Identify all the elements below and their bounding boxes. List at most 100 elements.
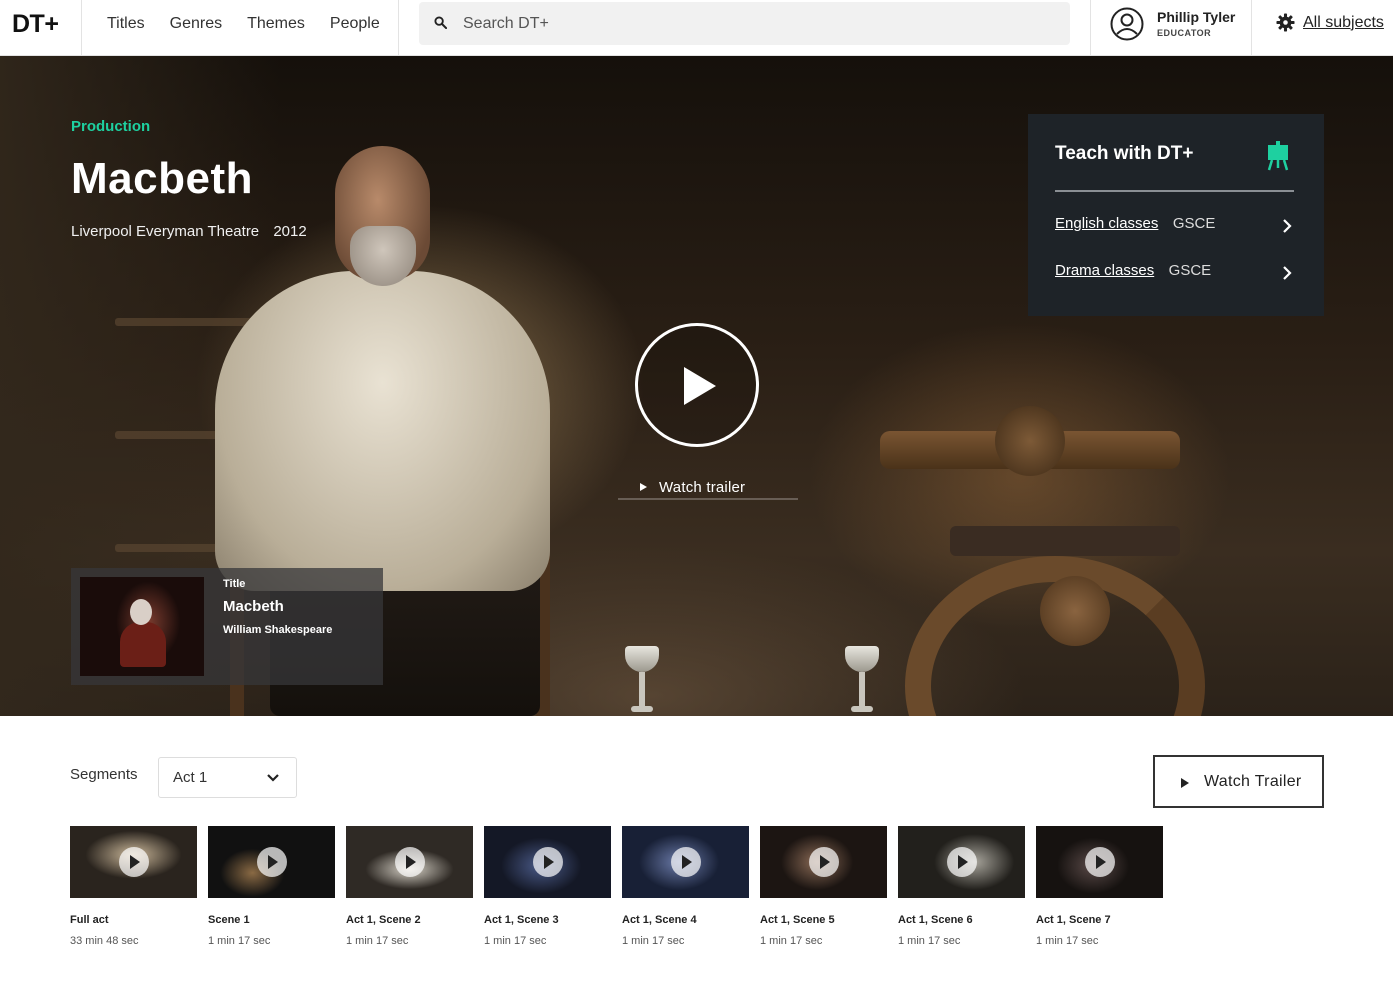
teach-row-drama[interactable]: Drama classes GSCE [1055,262,1294,284]
search-icon [434,16,447,29]
divider [398,0,399,56]
teach-heading: Teach with DT+ [1055,143,1194,164]
easel-icon [1267,141,1289,171]
segment-select-value: Act 1 [173,769,208,786]
watch-trailer-button[interactable]: Watch Trailer [1153,755,1324,808]
segment-duration: 1 min 17 sec [622,935,685,947]
divider [81,0,82,56]
segment-card[interactable]: Act 1, Scene 5 1 min 17 sec [760,826,887,947]
user-name: Phillip Tyler [1157,9,1236,25]
nav-link-people[interactable]: People [330,14,380,34]
segment-card[interactable]: Act 1, Scene 6 1 min 17 sec [898,826,1025,947]
title-thumbnail [80,577,204,676]
segment-thumbnail[interactable] [208,826,335,898]
segment-card[interactable]: Act 1, Scene 2 1 min 17 sec [346,826,473,947]
watch-trailer-button-label: Watch Trailer [1204,773,1302,790]
logo[interactable]: DT+ [12,10,59,39]
segment-name: Act 1, Scene 4 [622,914,697,926]
segment-thumbnail[interactable] [70,826,197,898]
venue: Liverpool Everyman Theatre [71,223,260,240]
goblet [845,646,879,716]
top-nav: DT+ Titles Genres Themes People Phillip … [0,0,1393,56]
primary-nav: Titles Genres Themes People [107,14,405,34]
segment-card[interactable]: Act 1, Scene 4 1 min 17 sec [622,826,749,947]
nav-link-genres[interactable]: Genres [170,14,222,34]
divider [1090,0,1091,56]
title-card[interactable]: Title Macbeth William Shakespeare [71,568,383,685]
play-icon [684,367,716,405]
segment-duration: 1 min 17 sec [346,935,409,947]
segment-name: Act 1, Scene 2 [346,914,421,926]
english-classes-link[interactable]: English classes [1055,215,1158,232]
actor-figure [215,271,550,591]
segment-duration: 1 min 17 sec [1036,935,1099,947]
play-icon [809,847,839,877]
teach-panel: Teach with DT+ English classes GSCE Dram… [1028,114,1324,316]
segment-thumbnail[interactable] [898,826,1025,898]
segment-card[interactable]: Act 1, Scene 3 1 min 17 sec [484,826,611,947]
production-meta: Liverpool Everyman Theatre 2012 [71,223,307,240]
watch-trailer-link[interactable]: Watch trailer [618,476,798,500]
segment-card[interactable]: Scene 1 1 min 17 sec [208,826,335,947]
stage-chair-right [950,526,1180,556]
play-icon [1085,847,1115,877]
content-type-label: Production [71,118,151,135]
divider [1251,0,1252,56]
segment-card[interactable]: Full act 33 min 48 sec [70,826,197,947]
segment-thumbnail[interactable] [346,826,473,898]
stage-chair-right [1040,576,1110,646]
level-label: GSCE [1168,262,1212,279]
segment-duration: 33 min 48 sec [70,935,139,947]
teach-row-english[interactable]: English classes GSCE [1055,215,1294,237]
all-subjects: All subjects [1276,13,1384,32]
title-card-name: Macbeth [223,598,284,615]
segment-name: Act 1, Scene 5 [760,914,835,926]
play-button[interactable] [635,323,759,447]
chevron-right-icon[interactable] [1282,219,1292,233]
nav-link-themes[interactable]: Themes [247,14,305,34]
play-icon [640,483,647,491]
nav-link-titles[interactable]: Titles [107,14,145,34]
search-bar [419,2,1070,45]
play-icon [1181,778,1189,788]
year: 2012 [273,223,307,240]
all-subjects-link[interactable]: All subjects [1303,14,1384,32]
segment-name: Act 1, Scene 7 [1036,914,1111,926]
divider [1055,190,1294,192]
chevron-down-icon [267,774,279,782]
level-label: GSCE [1172,215,1216,232]
title-card-author: William Shakespeare [223,624,333,636]
search-input[interactable] [463,2,1053,45]
user-avatar-icon [1110,7,1144,41]
segment-duration: 1 min 17 sec [760,935,823,947]
page-title: Macbeth [71,154,253,203]
title-card-label: Title [223,578,246,590]
goblet [625,646,659,716]
stage-chair-right [995,406,1065,476]
segment-duration: 1 min 17 sec [898,935,961,947]
segment-thumbnail[interactable] [1036,826,1163,898]
segment-thumbnail[interactable] [622,826,749,898]
segment-name: Act 1, Scene 6 [898,914,973,926]
play-icon [947,847,977,877]
segment-thumbnail[interactable] [760,826,887,898]
segment-list: Full act 33 min 48 sec Scene 1 1 min 17 … [70,826,1174,947]
segment-name: Act 1, Scene 3 [484,914,559,926]
drama-classes-link[interactable]: Drama classes [1055,262,1154,279]
play-icon [257,847,287,877]
gear-icon[interactable] [1276,13,1295,32]
segments-label: Segments [70,766,138,783]
segment-duration: 1 min 17 sec [484,935,547,947]
segment-name: Full act [70,914,109,926]
segment-duration: 1 min 17 sec [208,935,271,947]
segment-thumbnail[interactable] [484,826,611,898]
user-role: EDUCATOR [1157,28,1212,38]
play-icon [671,847,701,877]
segment-card[interactable]: Act 1, Scene 7 1 min 17 sec [1036,826,1163,947]
play-icon [119,847,149,877]
watch-trailer-label: Watch trailer [659,478,746,496]
segment-select[interactable]: Act 1 [158,757,297,798]
segment-name: Scene 1 [208,914,250,926]
chevron-right-icon[interactable] [1282,266,1292,280]
hero-banner: Production Macbeth Liverpool Everyman Th… [0,56,1393,716]
